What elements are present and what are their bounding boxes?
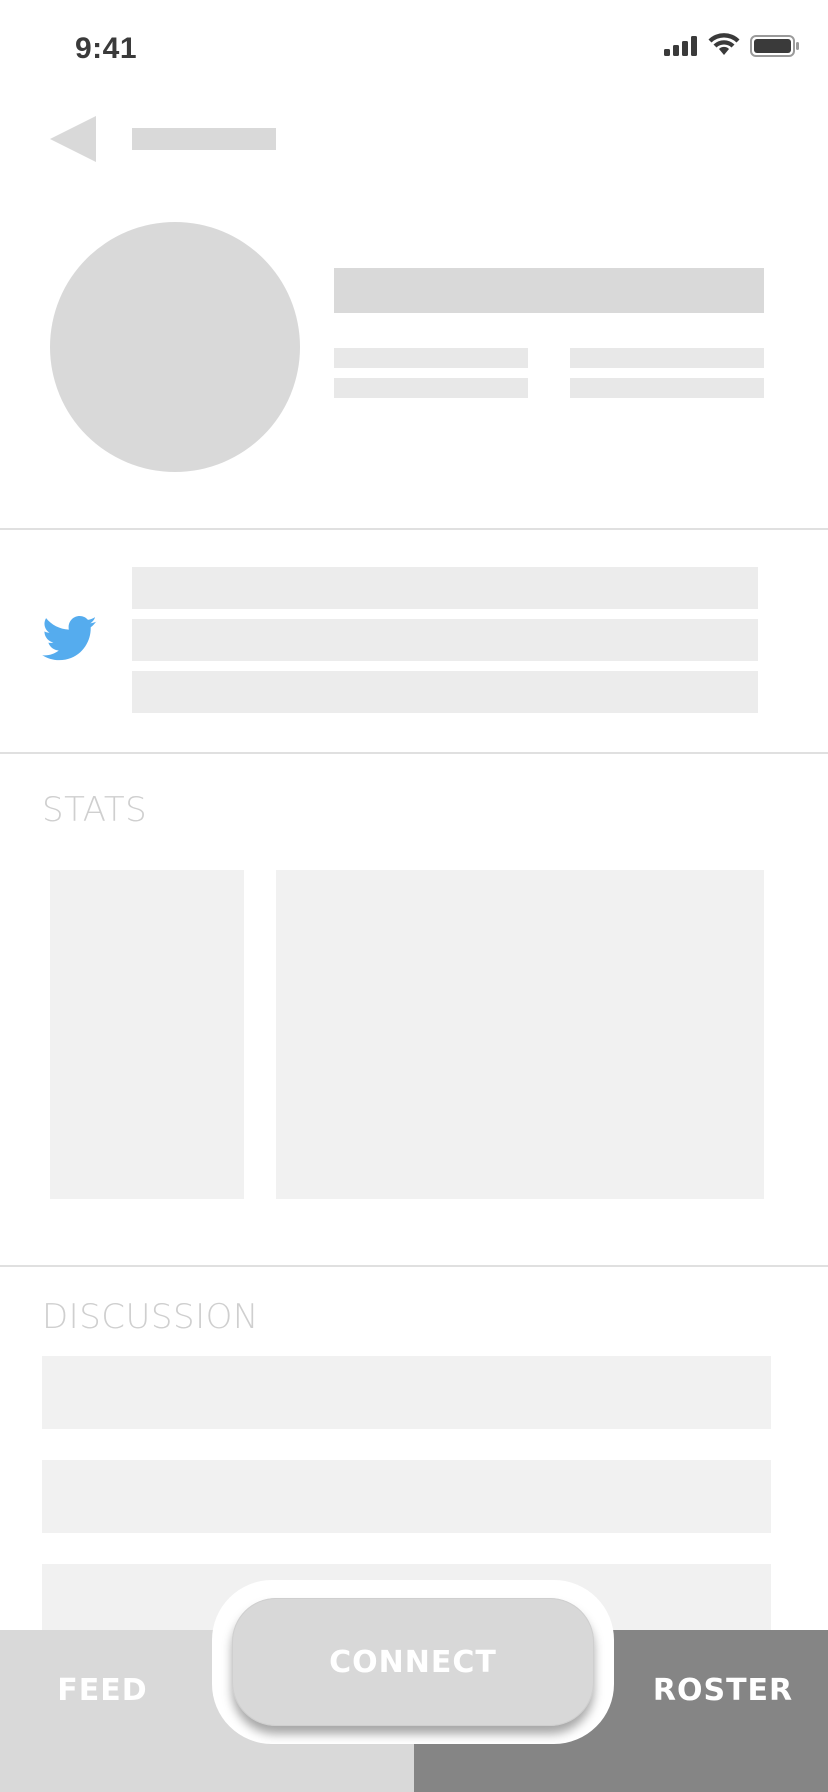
stat-chart-placeholder	[276, 870, 764, 1199]
page-title-placeholder	[132, 128, 276, 150]
divider	[0, 1265, 828, 1267]
tab-feed[interactable]: FEED	[0, 1650, 205, 1730]
discussion-item-placeholder[interactable]	[42, 1460, 771, 1533]
battery-icon	[750, 35, 799, 57]
status-time: 9:41	[75, 32, 138, 65]
divider	[0, 752, 828, 754]
back-arrow-icon[interactable]	[50, 116, 96, 162]
wifi-icon	[708, 33, 740, 55]
stats-section-label: STATS	[42, 790, 148, 830]
discussion-section-label: DISCUSSION	[42, 1297, 259, 1337]
tweet-line-placeholder	[132, 671, 758, 713]
profile-meta-placeholder	[334, 378, 528, 398]
profile-meta-placeholder	[570, 378, 764, 398]
tweet-line-placeholder	[132, 567, 758, 609]
tab-roster[interactable]: ROSTER	[618, 1650, 828, 1730]
divider	[0, 528, 828, 530]
twitter-icon[interactable]	[42, 616, 98, 662]
profile-name-placeholder	[334, 268, 764, 313]
stat-card-placeholder	[50, 870, 244, 1199]
connect-button[interactable]: CONNECT	[232, 1598, 594, 1726]
profile-meta-placeholder	[334, 348, 528, 368]
discussion-item-placeholder[interactable]	[42, 1356, 771, 1429]
avatar	[50, 222, 300, 472]
tweet-line-placeholder	[132, 619, 758, 661]
profile-meta-placeholder	[570, 348, 764, 368]
cellular-signal-icon	[664, 36, 697, 56]
